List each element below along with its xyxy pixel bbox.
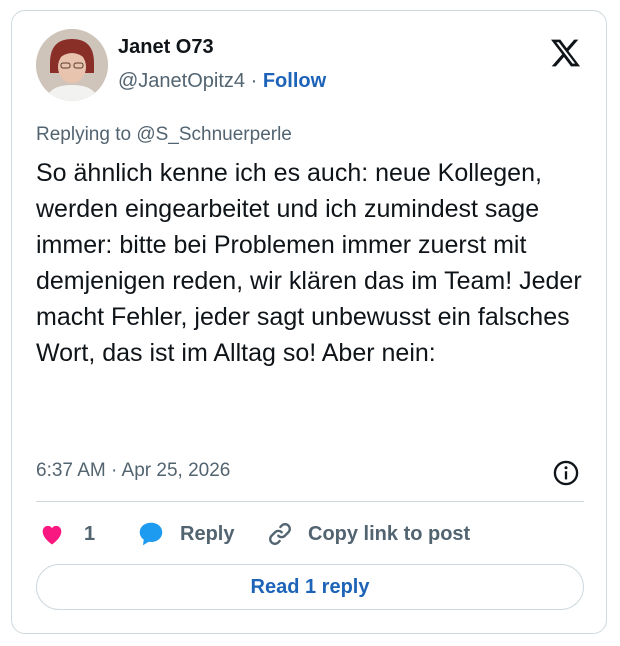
- link-icon: [269, 523, 291, 545]
- post-card: Janet O73 @JanetOpitz4 · Follow Replying…: [11, 10, 607, 634]
- replying-to-label[interactable]: Replying to @S_Schnuerperle: [36, 123, 292, 147]
- action-bar: 1 Reply Copy link to post: [36, 517, 584, 551]
- like-count: 1: [84, 522, 96, 545]
- avatar[interactable]: [36, 29, 108, 101]
- x-logo-icon[interactable]: [548, 37, 582, 69]
- post-text: So ähnlich kenne ich es auch: neue Kolle…: [36, 159, 582, 367]
- reply-button[interactable]: Reply: [136, 517, 234, 551]
- read-replies-button[interactable]: Read 1 reply: [36, 564, 584, 610]
- info-icon[interactable]: [552, 459, 580, 487]
- author-handle[interactable]: @JanetOpitz4: [118, 70, 245, 92]
- divider: [36, 501, 584, 502]
- author-handle-row: @JanetOpitz4 · Follow: [118, 69, 326, 93]
- follow-button[interactable]: Follow: [263, 70, 326, 92]
- speech-bubble-icon: [139, 522, 163, 546]
- avatar-image: [36, 29, 108, 101]
- copy-link-button[interactable]: Copy link to post: [266, 517, 470, 551]
- author-name[interactable]: Janet O73: [118, 35, 214, 59]
- post-timestamp[interactable]: 6:37 AM · Apr 25, 2026: [36, 459, 230, 483]
- copy-link-label: Copy link to post: [308, 522, 471, 545]
- reply-label: Reply: [180, 522, 235, 545]
- heart-icon: [42, 525, 62, 545]
- like-button[interactable]: [38, 517, 66, 551]
- separator-dot: ·: [250, 70, 258, 92]
